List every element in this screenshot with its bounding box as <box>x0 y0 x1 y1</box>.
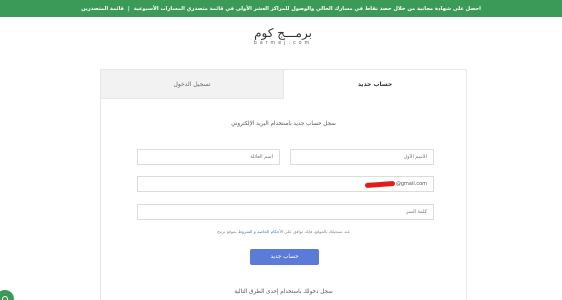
banner-text: احصل على شهادة مجانية من خلال حصد نقاط ف… <box>133 5 481 12</box>
auth-tabs: حساب جديد تسجيل الدخول <box>101 70 466 99</box>
register-button[interactable]: حساب جديد <box>250 249 319 265</box>
password-field[interactable] <box>137 204 434 220</box>
terms-notice: عند تسجيلك بالموقع، فإنك توافق على الأحك… <box>101 229 466 234</box>
terms-link[interactable]: الأحكام الخاصة و الشروط <box>238 229 283 234</box>
email-value: @gmail.com <box>395 181 427 187</box>
logo-domain: barmej.com <box>253 41 313 46</box>
last-name-field[interactable] <box>137 149 280 165</box>
leaderboard-link[interactable]: قائمة المتصدرين <box>81 6 124 12</box>
auth-panel: حساب جديد تسجيل الدخول سجل حساب جديد باس… <box>100 69 467 300</box>
help-circle-icon <box>2 296 8 300</box>
first-name-field[interactable] <box>290 149 434 165</box>
logo-wordmark: برمـــج كوم <box>254 26 312 40</box>
tab-login[interactable]: تسجيل الدخول <box>101 70 284 99</box>
banner-separator: | <box>127 5 130 12</box>
redaction-scribble <box>364 180 395 188</box>
terms-suffix: بموقع برمج <box>217 229 237 234</box>
email-field[interactable]: @gmail.com <box>137 176 434 192</box>
site-logo[interactable]: برمـــج كوم barmej.com <box>248 26 318 50</box>
register-heading: سجل حساب جديد باستخدام البريد الإلكتروني <box>231 121 336 127</box>
social-login-heading: سجل دخولك باستخدام إحدى الطرق التالية <box>234 289 333 295</box>
help-button[interactable] <box>0 290 14 300</box>
tab-register[interactable]: حساب جديد <box>284 70 466 99</box>
terms-prefix: عند تسجيلك بالموقع، فإنك توافق على <box>284 229 350 234</box>
announcement-banner: احصل على شهادة مجانية من خلال حصد نقاط ف… <box>0 0 562 17</box>
